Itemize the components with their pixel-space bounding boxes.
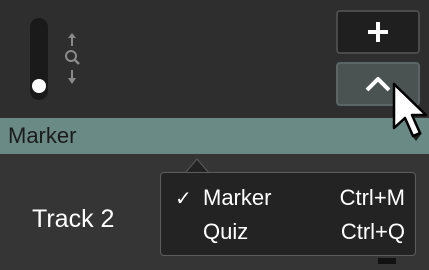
menu-item-quiz[interactable]: ✓ Quiz Ctrl+Q <box>161 217 417 249</box>
menu-item-shortcut: Ctrl+Q <box>340 219 405 244</box>
track-scroll-handle[interactable] <box>378 258 396 264</box>
zoom-slider-thumb[interactable] <box>32 78 46 93</box>
zoom-magnifier-icon <box>62 30 82 90</box>
marker-track[interactable]: Marker <box>0 118 429 154</box>
menu-item-marker[interactable]: ✓ Marker Ctrl+M <box>161 183 417 215</box>
menu-item-shortcut: Ctrl+M <box>339 185 405 210</box>
checkmark-icon: ✓ <box>175 188 192 210</box>
menu-item-label: Marker <box>203 185 272 210</box>
mouse-pointer-icon <box>392 82 428 138</box>
track-2-label: Track 2 <box>32 205 115 233</box>
menu-item-label: Quiz <box>203 219 249 244</box>
marker-type-menu: ✓ Marker Ctrl+M ✓ Quiz Ctrl+Q <box>160 172 416 256</box>
marker-track-label: Marker <box>8 123 77 148</box>
plus-icon <box>368 22 388 42</box>
chevron-up-icon <box>365 77 391 92</box>
zoom-slider[interactable] <box>30 18 48 100</box>
add-track-button[interactable] <box>336 10 420 54</box>
